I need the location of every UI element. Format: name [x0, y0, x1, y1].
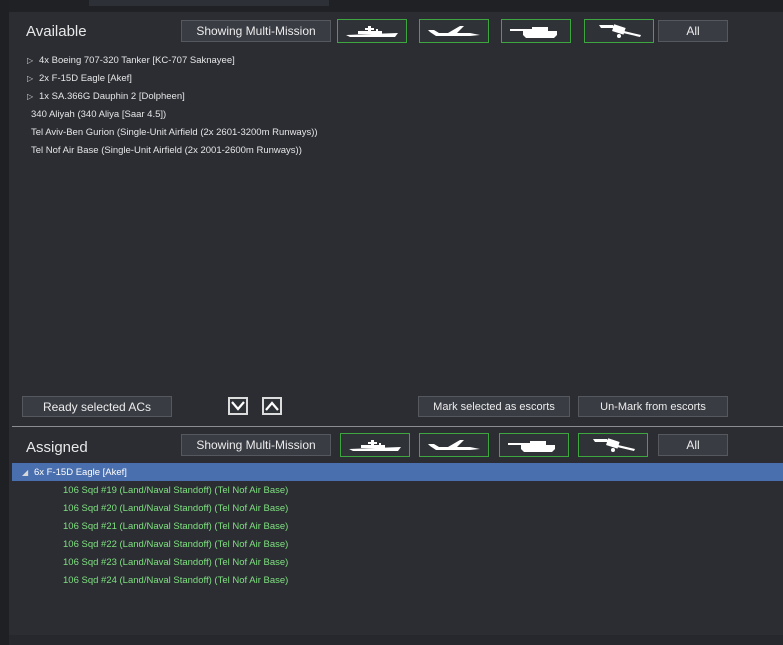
ready-selected-button[interactable]: Ready selected ACs [22, 396, 172, 417]
available-tank-filter[interactable] [501, 19, 571, 43]
move-up-button[interactable] [262, 397, 282, 415]
unmark-escorts-button[interactable]: Un-Mark from escorts [578, 396, 728, 417]
available-list-item[interactable]: ▷ 2x F-15D Eagle [Akef] [12, 69, 783, 87]
available-list: ▷ 4x Boeing 707-320 Tanker [KC-707 Saknay… [12, 51, 783, 159]
ship-filter-icon [346, 26, 398, 37]
available-ship-filter[interactable] [337, 19, 407, 43]
assigned-aircraft-filter[interactable] [419, 433, 489, 457]
assigned-title: Assigned [26, 439, 88, 456]
assigned-all-button[interactable]: All [658, 434, 728, 456]
assigned-aircraft-row[interactable]: 106 Sqd #19 (Land/Naval Standoff) (Tel N… [12, 481, 783, 499]
assigned-aircraft-row[interactable]: 106 Sqd #24 (Land/Naval Standoff) (Tel N… [12, 571, 783, 589]
assigned-satellite-filter[interactable] [578, 433, 648, 457]
aircraft-filter-icon [428, 440, 480, 450]
available-all-button[interactable]: All [658, 20, 728, 42]
window-bottom-edge [9, 635, 783, 645]
assigned-header: Assigned Showing Multi-Mission All [12, 428, 783, 466]
assigned-aircraft-row[interactable]: 106 Sqd #20 (Land/Naval Standoff) (Tel N… [12, 499, 783, 517]
chevron-up-icon [265, 401, 279, 411]
tab-strip [89, 0, 329, 6]
available-item-label: 4x Boeing 707-320 Tanker [KC-707 Saknaye… [39, 54, 235, 66]
available-title: Available [26, 23, 87, 40]
available-list-item[interactable]: ▷ 4x Boeing 707-320 Tanker [KC-707 Saknay… [12, 51, 783, 69]
assigned-filter-button[interactable]: Showing Multi-Mission [181, 434, 331, 456]
satellite-filter-icon [599, 24, 641, 38]
satellite-filter-icon [593, 438, 635, 452]
available-item-label: Tel Aviv-Ben Gurion (Single-Unit Airfiel… [31, 126, 318, 138]
assigned-ship-filter[interactable] [340, 433, 410, 457]
expand-triangle-icon[interactable]: ▷ [27, 74, 39, 83]
available-list-item[interactable]: ▷ 1x SA.366G Dauphin 2 [Dolpheen] [12, 87, 783, 105]
tank-filter-icon [510, 27, 557, 38]
move-down-button[interactable] [228, 397, 248, 415]
ship-filter-icon [349, 440, 401, 451]
tank-filter-icon [508, 441, 555, 452]
expand-triangle-icon[interactable]: ▷ [27, 92, 39, 101]
chevron-down-icon [231, 401, 245, 411]
aircraft-filter-icon [428, 26, 480, 36]
assigned-list: ◢ 6x F-15D Eagle [Akef] 106 Sqd #19 (Lan… [12, 463, 783, 589]
available-item-label: 1x SA.366G Dauphin 2 [Dolpheen] [39, 90, 185, 102]
assigned-aircraft-row[interactable]: 106 Sqd #23 (Land/Naval Standoff) (Tel N… [12, 553, 783, 571]
assigned-tank-filter[interactable] [499, 433, 569, 457]
available-item-label: 340 Aliyah (340 Aliya [Saar 4.5]) [31, 108, 167, 120]
assigned-group-label: 6x F-15D Eagle [Akef] [34, 466, 127, 478]
available-list-item[interactable]: Tel Aviv-Ben Gurion (Single-Unit Airfiel… [12, 123, 783, 141]
assigned-aircraft-row[interactable]: 106 Sqd #22 (Land/Naval Standoff) (Tel N… [12, 535, 783, 553]
available-item-label: Tel Nof Air Base (Single-Unit Airfield (… [31, 144, 302, 156]
available-aircraft-filter[interactable] [419, 19, 489, 43]
window-top-edge [9, 0, 783, 12]
expand-triangle-icon[interactable]: ▷ [27, 56, 39, 65]
mark-escorts-button[interactable]: Mark selected as escorts [418, 396, 570, 417]
assigned-group-row[interactable]: ◢ 6x F-15D Eagle [Akef] [12, 463, 783, 481]
collapse-triangle-icon[interactable]: ◢ [22, 468, 34, 477]
available-item-label: 2x F-15D Eagle [Akef] [39, 72, 132, 84]
section-divider [12, 426, 783, 427]
available-list-item[interactable]: Tel Nof Air Base (Single-Unit Airfield (… [12, 141, 783, 159]
window-left-edge [0, 0, 9, 645]
available-list-item[interactable]: 340 Aliyah (340 Aliya [Saar 4.5]) [12, 105, 783, 123]
available-filter-button[interactable]: Showing Multi-Mission [181, 20, 331, 42]
available-satellite-filter[interactable] [584, 19, 654, 43]
assigned-aircraft-row[interactable]: 106 Sqd #21 (Land/Naval Standoff) (Tel N… [12, 517, 783, 535]
available-header: Available Showing Multi-Mission All [12, 14, 783, 52]
